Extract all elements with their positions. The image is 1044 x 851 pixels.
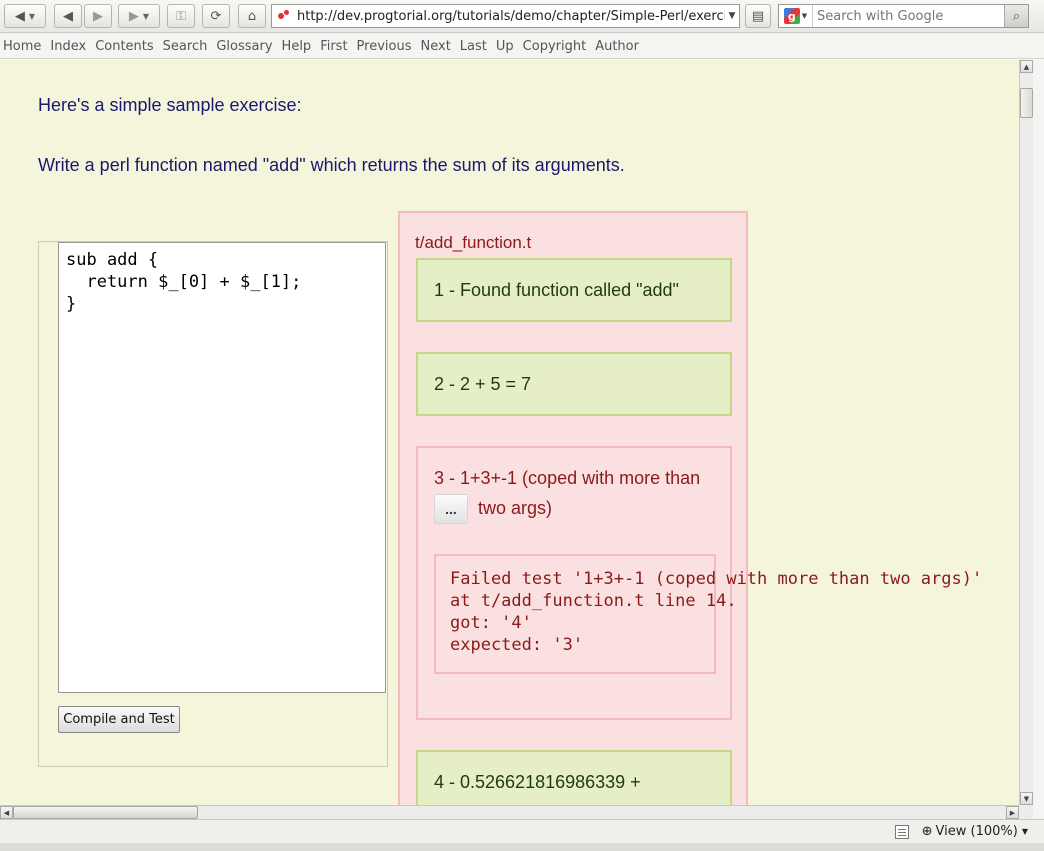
forward-menu-button[interactable]: ▶ ▼ <box>118 4 160 28</box>
chevron-down-icon: ▼ <box>142 11 150 21</box>
test-results-panel: t/add_function.t 1 - Found function call… <box>398 211 982 805</box>
test-result-4: 4 - 0.526621816986339 + 17.5840181530855 <box>416 750 732 805</box>
site-nav: Home Index Contents Search Glossary Help… <box>0 34 1044 59</box>
zoom-label: View (100%) <box>935 824 1018 839</box>
show-details-button[interactable]: ... <box>434 494 468 525</box>
scroll-down-icon[interactable]: ▼ <box>1020 792 1033 805</box>
nav-author[interactable]: Author <box>595 39 639 54</box>
nav-last[interactable]: Last <box>460 39 487 54</box>
back-arrow-icon: ◀ <box>14 8 25 24</box>
test-label: 3 - 1+3+-1 (coped with more than <box>434 468 701 488</box>
zoom-control[interactable]: ⊕ View (100%) ▼ <box>922 824 1028 839</box>
compile-and-test-button[interactable]: Compile and Test <box>58 706 180 733</box>
nav-contents[interactable]: Contents <box>95 39 153 54</box>
reload-button[interactable]: ⟳ <box>202 4 230 28</box>
diagnostic-text: Failed test '1+3+-1 (coped with more tha… <box>450 569 983 655</box>
intro-text: Here's a simple sample exercise: <box>38 95 302 115</box>
home-button[interactable]: ⌂ <box>238 4 266 28</box>
url-dropdown-icon[interactable]: ▼ <box>725 11 739 21</box>
nav-first[interactable]: First <box>320 39 347 54</box>
key-button[interactable]: ⚿ <box>167 4 195 28</box>
test-result-2: 2 - 2 + 5 = 7 <box>416 352 732 416</box>
nav-copyright[interactable]: Copyright <box>523 39 587 54</box>
nav-previous[interactable]: Previous <box>357 39 412 54</box>
editor-panel: sub add { return $_[0] + $_[1]; } Compil… <box>38 241 388 767</box>
test-label-cont: 17.5840181530855 <box>434 797 730 805</box>
search-go-button[interactable]: ⌕ <box>1004 5 1028 27</box>
code-editor[interactable]: sub add { return $_[0] + $_[1]; } <box>58 242 386 693</box>
forward-arrow-icon: ▶ <box>93 8 103 24</box>
horizontal-scroll-thumb[interactable] <box>13 806 198 819</box>
key-icon: ⚿ <box>176 8 186 24</box>
browser-toolbar: ◀ ▼ ◀ ▶ ▶ ▼ ⚿ ⟳ ⌂ http://dev.progtorial.or… <box>0 0 1044 33</box>
google-icon: g <box>783 8 800 24</box>
home-icon: ⌂ <box>247 8 257 24</box>
test-result-1: 1 - Found function called "add" <box>416 258 732 322</box>
horizontal-scrollbar[interactable]: ◀ ▶ <box>0 805 1019 819</box>
search-input[interactable] <box>813 6 1004 26</box>
back-menu-button[interactable]: ◀ ▼ <box>4 4 46 28</box>
back-arrow-icon: ◀ <box>63 8 73 24</box>
window-bottom-border <box>0 843 1044 851</box>
task-text: Write a perl function named "add" which … <box>38 155 625 175</box>
vertical-scrollbar[interactable]: ▲ ▼ <box>1019 60 1033 805</box>
scroll-right-icon[interactable]: ▶ <box>1006 806 1019 819</box>
url-bar[interactable]: http://dev.progtorial.org/tutorials/demo… <box>271 4 740 28</box>
page-icon: ▤ <box>751 8 765 24</box>
nav-next[interactable]: Next <box>421 39 451 54</box>
nav-help[interactable]: Help <box>282 39 312 54</box>
scroll-corner <box>1019 805 1033 819</box>
page-info-icon[interactable] <box>895 825 909 839</box>
nav-index[interactable]: Index <box>50 39 86 54</box>
nav-search[interactable]: Search <box>163 39 208 54</box>
zoom-icon: ⊕ <box>921 824 933 839</box>
chevron-down-icon: ▼ <box>28 11 36 21</box>
test-label: 2 - 2 + 5 = 7 <box>434 374 532 394</box>
magnifier-icon: ⌕ <box>1012 8 1021 24</box>
reload-icon: ⟳ <box>210 8 222 24</box>
test-label: 4 - 0.526621816986339 + <box>434 772 641 792</box>
forward-arrow-icon: ▶ <box>128 8 139 24</box>
bookmark-page-button[interactable]: ▤ <box>745 4 771 28</box>
window-edge <box>1033 60 1044 820</box>
back-button[interactable]: ◀ <box>54 4 82 28</box>
status-bar: ⊕ View (100%) ▼ <box>0 819 1044 851</box>
nav-home[interactable]: Home <box>3 39 41 54</box>
test-label-cont: two args) <box>478 498 553 518</box>
test-file-name: t/add_function.t <box>415 233 532 252</box>
test-result-3: 3 - 1+3+-1 (coped with more than ... two … <box>416 446 982 720</box>
test-label: 1 - Found function called "add" <box>434 280 679 300</box>
nav-glossary[interactable]: Glossary <box>216 39 272 54</box>
vertical-scroll-thumb[interactable] <box>1020 88 1033 118</box>
search-engine-selector[interactable]: g ▼ <box>779 5 813 27</box>
nav-up[interactable]: Up <box>496 39 514 54</box>
chevron-down-icon: ▼ <box>801 12 808 20</box>
page-content: Here's a simple sample exercise: Write a… <box>0 60 1019 805</box>
search-box: g▼ ⌕ <box>778 4 1029 28</box>
scroll-up-icon[interactable]: ▲ <box>1020 60 1033 73</box>
failure-diagnostics: Failed test '1+3+-1 (coped with more tha… <box>434 554 982 674</box>
site-favicon-icon <box>277 9 291 23</box>
chevron-down-icon: ▼ <box>1021 827 1028 836</box>
scroll-left-icon[interactable]: ◀ <box>0 806 13 819</box>
url-text[interactable]: http://dev.progtorial.org/tutorials/demo… <box>297 9 725 24</box>
forward-button[interactable]: ▶ <box>84 4 112 28</box>
